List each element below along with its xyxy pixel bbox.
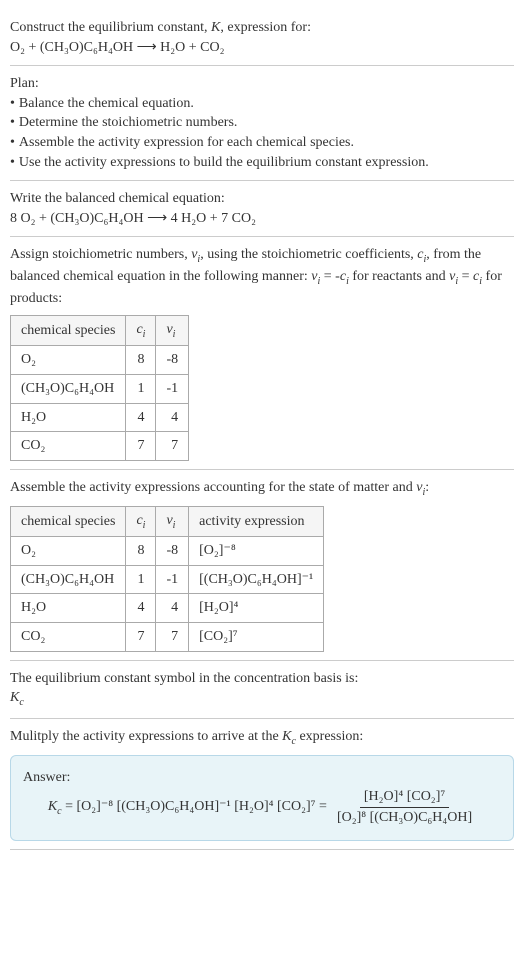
denominator: [O₂]⁸ [(CH₃O)C₆H₄OH] — [333, 808, 476, 828]
answer-label: Answer: — [23, 768, 501, 788]
stoich-table: chemical species ci νi O₂8-8 (CH₃O)C₆H₄O… — [10, 315, 189, 461]
table-row: H₂O44 — [11, 403, 189, 432]
fraction: [H₂O]⁴ [CO₂]⁷ [O₂]⁸ [(CH₃O)C₆H₄OH] — [333, 787, 476, 827]
balanced-intro: Write the balanced chemical equation: — [10, 189, 514, 209]
table-row: H₂O44[H₂O]⁴ — [11, 594, 324, 623]
table-row: CO₂77 — [11, 432, 189, 461]
table-header-row: chemical species ci νi — [11, 315, 189, 346]
symbol-kc: Kc — [10, 688, 514, 710]
stoich-intro: Assign stoichiometric numbers, νi, using… — [10, 245, 514, 308]
answer-formula: Kc = [O₂]⁻⁸ [(CH₃O)C₆H₄OH]⁻¹ [H₂O]⁴ [CO₂… — [23, 787, 501, 827]
header-ci: ci — [126, 506, 156, 537]
numerator: [H₂O]⁴ [CO₂]⁷ — [360, 787, 449, 808]
construct-section: Construct the equilibrium constant, K, e… — [10, 10, 514, 66]
plan-section: Plan: •Balance the chemical equation. •D… — [10, 66, 514, 181]
multiply-intro: Mulitply the activity expressions to arr… — [10, 727, 514, 749]
header-vi: νi — [156, 315, 189, 346]
table-row: CO₂77[CO₂]⁷ — [11, 623, 324, 652]
header-species: chemical species — [11, 506, 126, 537]
symbol-section: The equilibrium constant symbol in the c… — [10, 661, 514, 719]
plan-item: •Determine the stoichiometric numbers. — [10, 113, 514, 133]
activity-intro: Assemble the activity expressions accoun… — [10, 478, 514, 500]
table-row: O₂8-8 — [11, 346, 189, 375]
answer-box: Answer: Kc = [O₂]⁻⁸ [(CH₃O)C₆H₄OH]⁻¹ [H₂… — [10, 755, 514, 841]
activity-table: chemical species ci νi activity expressi… — [10, 506, 324, 652]
unbalanced-equation: O₂ + (CH₃O)C₆H₄OH ⟶ H₂O + CO₂ — [10, 38, 514, 58]
header-ci: ci — [126, 315, 156, 346]
header-expression: activity expression — [189, 506, 324, 537]
header-species: chemical species — [11, 315, 126, 346]
table-row: (CH₃O)C₆H₄OH1-1 — [11, 374, 189, 403]
plan-item: •Use the activity expressions to build t… — [10, 153, 514, 173]
kc-lhs: Kc = [O₂]⁻⁸ [(CH₃O)C₆H₄OH]⁻¹ [H₂O]⁴ [CO₂… — [48, 797, 327, 819]
plan-item: •Assemble the activity expression for ea… — [10, 133, 514, 153]
balanced-section: Write the balanced chemical equation: 8 … — [10, 181, 514, 237]
construct-title: Construct the equilibrium constant, K, e… — [10, 18, 514, 38]
plan-item: •Balance the chemical equation. — [10, 94, 514, 114]
balanced-equation: 8 O₂ + (CH₃O)C₆H₄OH ⟶ 4 H₂O + 7 CO₂ — [10, 209, 514, 229]
symbol-intro: The equilibrium constant symbol in the c… — [10, 669, 514, 689]
multiply-section: Mulitply the activity expressions to arr… — [10, 719, 514, 850]
plan-title: Plan: — [10, 74, 514, 94]
table-header-row: chemical species ci νi activity expressi… — [11, 506, 324, 537]
header-vi: νi — [156, 506, 189, 537]
stoich-section: Assign stoichiometric numbers, νi, using… — [10, 237, 514, 469]
table-row: O₂8-8[O₂]⁻⁸ — [11, 537, 324, 566]
activity-section: Assemble the activity expressions accoun… — [10, 470, 514, 661]
table-row: (CH₃O)C₆H₄OH1-1[(CH₃O)C₆H₄OH]⁻¹ — [11, 565, 324, 594]
